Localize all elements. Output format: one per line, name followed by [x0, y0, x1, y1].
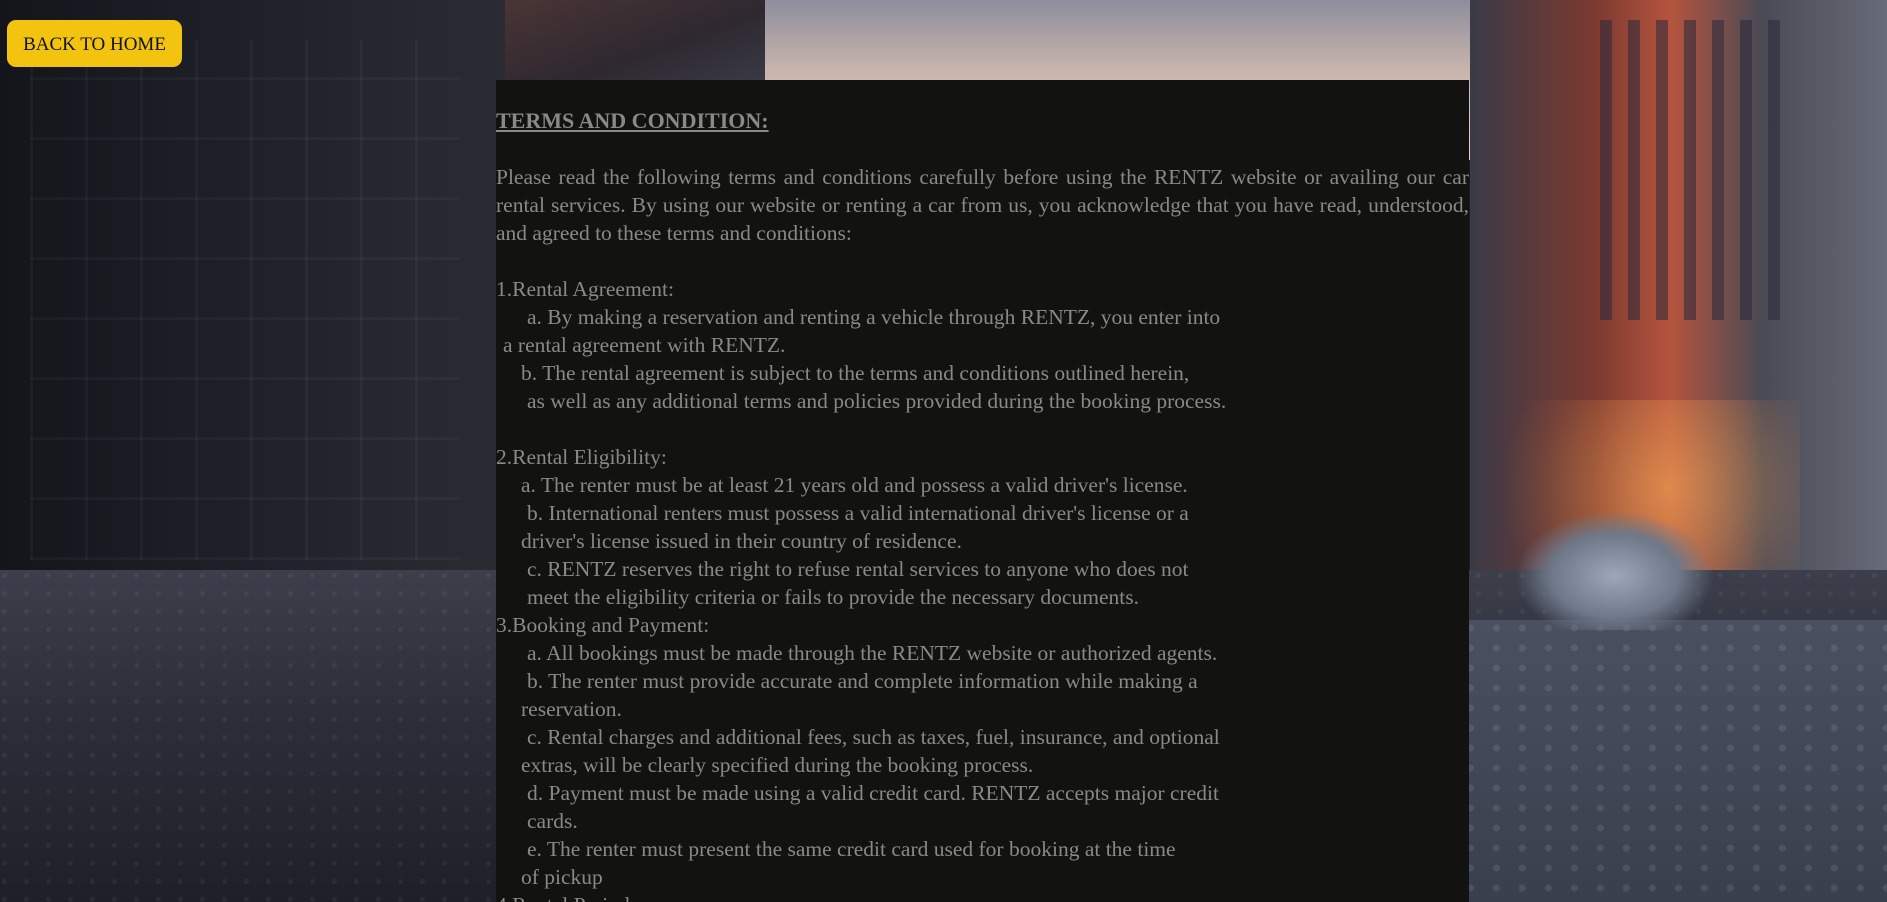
terms-line: a. All bookings must be made through the… [527, 641, 1218, 665]
terms-line: e. The renter must present the same cred… [527, 837, 1176, 861]
section-heading-rental-agreement: 1.Rental Agreement: [496, 277, 674, 301]
terms-line: b. International renters must possess a … [527, 501, 1189, 525]
section-heading-rental-eligibility: 2.Rental Eligibility: [496, 445, 667, 469]
terms-line: meet the eligibility criteria or fails t… [527, 585, 1139, 609]
terms-line: cards. [527, 809, 578, 833]
terms-line: d. Payment must be made using a valid cr… [527, 781, 1219, 805]
terms-line: b. The rental agreement is subject to th… [521, 361, 1190, 385]
terms-line: of pickup [521, 865, 603, 889]
cobblestone-street-right [1460, 620, 1887, 902]
rooftops [505, 0, 765, 80]
right-building-windows [1600, 20, 1780, 320]
section-heading-booking-and-payment: 3.Booking and Payment: [496, 613, 710, 637]
terms-line: b. The renter must provide accurate and … [527, 669, 1198, 693]
parked-car [1515, 510, 1715, 630]
terms-line: a rental agreement with RENTZ. [503, 333, 786, 357]
terms-intro: Please read the following terms and cond… [496, 165, 1469, 245]
terms-line: c. RENTZ reserves the right to refuse re… [527, 557, 1189, 581]
terms-panel: TERMS AND CONDITION: Please read the fol… [496, 80, 1469, 902]
terms-line: extras, will be clearly specified during… [521, 753, 1034, 777]
left-building-windows [30, 40, 460, 560]
terms-line: reservation. [521, 697, 622, 721]
terms-title: TERMS AND CONDITION: [496, 108, 769, 133]
terms-line: driver's license issued in their country… [521, 529, 962, 553]
terms-line: as well as any additional terms and poli… [527, 389, 1227, 413]
terms-line: c. Rental charges and additional fees, s… [527, 725, 1220, 749]
terms-line: a. The renter must be at least 21 years … [521, 473, 1188, 497]
section-heading-rental-period: 4.Rental Period: [496, 891, 636, 902]
back-to-home-button[interactable]: BACK TO HOME [7, 20, 182, 67]
terms-line: a. By making a reservation and renting a… [527, 305, 1221, 329]
